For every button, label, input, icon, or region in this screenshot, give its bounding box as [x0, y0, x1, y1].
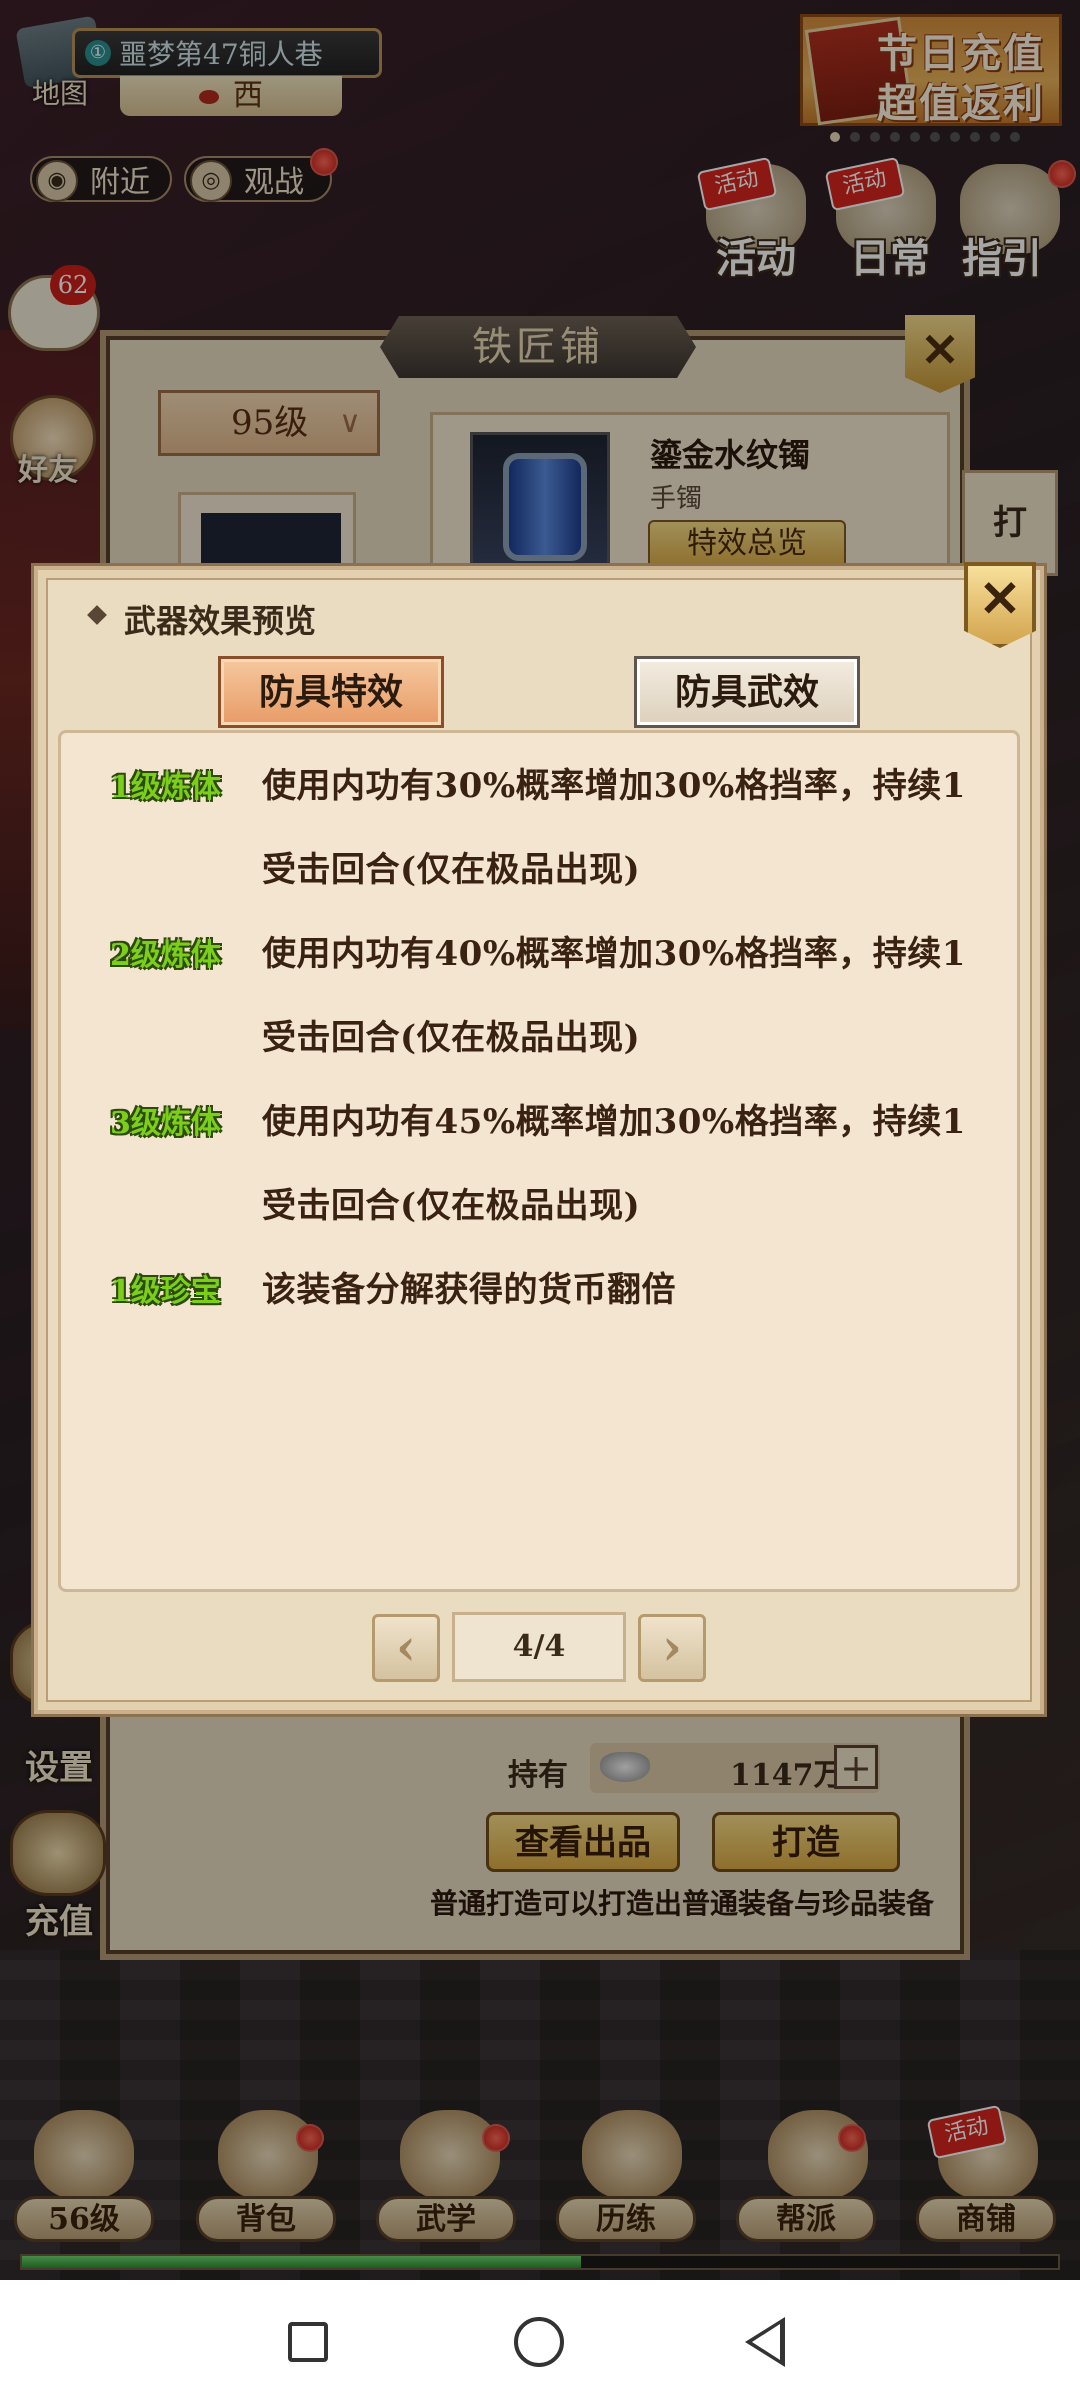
effect-description: 使用内功有30%概率增加30%格挡率，持续1	[262, 766, 966, 806]
dialog-title: 武器效果预览	[124, 602, 317, 640]
chevron-left-icon: ‹	[396, 1617, 416, 1676]
next-page-button[interactable]: ›	[638, 1614, 706, 1682]
effect-description: 该装备分解获得的货币翻倍	[262, 1270, 676, 1310]
previous-page-button[interactable]: ‹	[372, 1614, 440, 1682]
effect-description-cont: 受击回合(仅在极品出现)	[262, 1186, 641, 1226]
effect-level: 2级炼体	[110, 938, 221, 973]
tab-armor-martial-effects[interactable]: 防具武效	[634, 656, 860, 728]
close-icon[interactable]: ✕	[964, 562, 1036, 648]
effect-description: 使用内功有45%概率增加30%格挡率，持续1	[262, 1102, 966, 1142]
effect-level: 3级炼体	[110, 1106, 221, 1141]
effect-description-cont: 受击回合(仅在极品出现)	[262, 1018, 641, 1058]
back-icon[interactable]	[745, 2317, 785, 2367]
effect-description: 使用内功有40%概率增加30%格挡率，持续1	[262, 934, 966, 974]
effect-description-cont: 受击回合(仅在极品出现)	[262, 850, 641, 890]
effect-level: 1级珍宝	[110, 1274, 221, 1309]
tab-armor-special-effects[interactable]: 防具特效	[218, 656, 444, 728]
effect-level: 1级炼体	[110, 770, 221, 805]
page-indicator: 4/4	[452, 1612, 626, 1682]
chevron-right-icon: ›	[662, 1617, 682, 1676]
recent-apps-icon[interactable]	[288, 2322, 328, 2362]
home-icon[interactable]	[514, 2317, 564, 2367]
